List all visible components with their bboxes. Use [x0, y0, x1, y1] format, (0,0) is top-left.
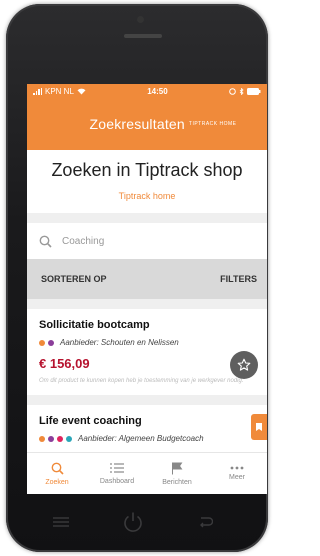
clock: 14:50	[147, 86, 168, 96]
result-card[interactable]: Sollicitatie bootcamp Aanbieder: Schoute…	[27, 309, 267, 396]
flag-icon	[172, 462, 183, 474]
permission-note: Om dit product te kunnen kopen heb je to…	[39, 378, 244, 384]
battery-icon	[247, 87, 261, 95]
bottom-tab-bar: Zoeken Dashboard Berichten Meer	[27, 452, 267, 494]
page-title: Zoekresultaten	[89, 116, 185, 132]
filters-button[interactable]: FILTERS	[220, 274, 257, 284]
tab-label: Meer	[229, 474, 245, 481]
result-title[interactable]: Sollicitatie bootcamp	[39, 319, 255, 331]
back-icon[interactable]	[197, 516, 213, 528]
category-dot	[66, 435, 72, 442]
price: € 156,09	[39, 356, 90, 371]
hero-title: Zoeken in Tiptrack shop	[51, 160, 243, 180]
provider-label: Aanbieder: Algemeen Budgetcoach	[78, 434, 204, 444]
speaker	[124, 34, 162, 38]
tab-berichten[interactable]: Berichten	[147, 453, 207, 494]
status-right	[229, 87, 261, 95]
category-dot	[39, 339, 45, 346]
menu-icon[interactable]	[53, 517, 70, 527]
provider-label: Aanbieder: Schouten en Nelissen	[60, 338, 179, 347]
signal-icon	[33, 87, 42, 95]
bookmark-icon	[256, 423, 262, 431]
more-icon	[230, 466, 244, 470]
result-title[interactable]: Life event coaching	[39, 415, 255, 427]
power-icon[interactable]	[122, 511, 144, 533]
search-input[interactable]	[62, 235, 232, 247]
category-dot	[57, 435, 63, 442]
category-dot	[48, 339, 54, 346]
tab-meer[interactable]: Meer	[207, 453, 267, 494]
search-icon	[39, 235, 52, 248]
camera	[137, 16, 144, 23]
category-dot	[48, 435, 54, 442]
status-left: KPN NL	[33, 87, 86, 96]
sort-filter-bar: SORTEREN OP FILTERS	[27, 259, 267, 299]
bluetooth-icon	[239, 87, 244, 95]
side-cart-tab[interactable]	[251, 414, 267, 440]
app-header: Zoekresultaten TIPTRACK HOME	[27, 98, 267, 150]
android-nav-bar	[27, 502, 239, 542]
category-dot	[39, 435, 45, 442]
star-icon	[237, 358, 251, 371]
provider-row: Aanbieder: Schouten en Nelissen	[39, 338, 255, 347]
search-icon	[51, 462, 64, 475]
provider-row: Aanbieder: Algemeen Budgetcoach	[39, 434, 255, 443]
tab-label: Dashboard	[99, 478, 135, 485]
status-bar: KPN NL 14:50	[27, 84, 267, 98]
tiptrack-home-link[interactable]: Tiptrack home	[27, 191, 267, 201]
result-card[interactable]: Life event coaching Aanbieder: Algemeen …	[27, 405, 267, 454]
tab-dashboard[interactable]: Dashboard	[87, 453, 147, 494]
tab-zoeken[interactable]: Zoeken	[27, 453, 87, 494]
favorite-button[interactable]	[230, 351, 258, 379]
home-link[interactable]: TIPTRACK HOME	[189, 121, 237, 127]
carrier-label: KPN NL	[45, 86, 74, 96]
list-icon	[110, 463, 124, 473]
tab-label: Berichten	[162, 478, 192, 486]
tab-label: Zoeken	[45, 478, 69, 486]
search-hero: Zoeken in Tiptrack shop Tiptrack home	[27, 150, 267, 213]
search-bar[interactable]	[27, 223, 267, 259]
wifi-icon	[77, 88, 86, 94]
sort-button[interactable]: SORTEREN OP	[41, 274, 107, 284]
alarm-icon	[229, 87, 236, 95]
app-screen: KPN NL 14:50 Zoekresultaten TIPTRACK HOM…	[27, 84, 267, 494]
